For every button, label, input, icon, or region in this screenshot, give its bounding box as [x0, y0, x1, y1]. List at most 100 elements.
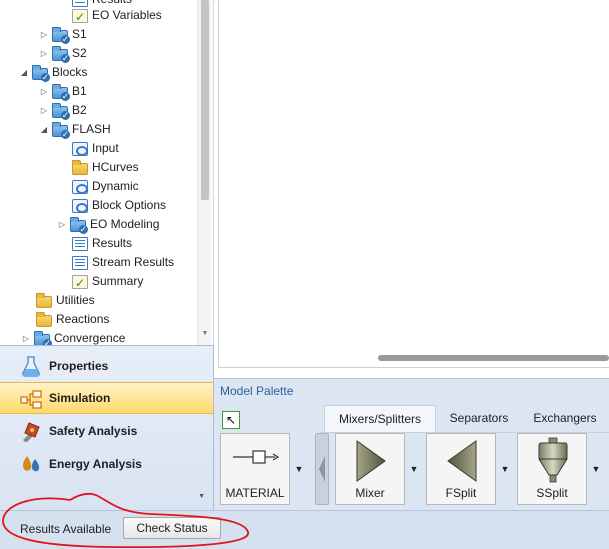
- folder-icon: [36, 311, 52, 327]
- tree-item-label: B2: [72, 103, 87, 117]
- tree-item-convergence[interactable]: ▷ Convergence: [20, 329, 125, 345]
- navigation-pane: Properties Simulation Safety Analysis En…: [0, 345, 214, 510]
- expand-arrow-icon[interactable]: ▷: [56, 215, 68, 234]
- folder-icon: [72, 159, 88, 175]
- blue-folder-icon: [52, 121, 70, 139]
- status-text: Results Available: [20, 522, 112, 536]
- mixer-dropdown-arrow-icon[interactable]: ▼: [406, 433, 422, 505]
- tree-item-blocks[interactable]: ◢ Blocks: [18, 63, 87, 82]
- scroll-down-arrow-icon[interactable]: ▼: [198, 330, 212, 337]
- tree-item-dynamic[interactable]: Dynamic: [72, 177, 139, 196]
- tree-item-reactions[interactable]: Reactions: [36, 310, 109, 329]
- tree-item-label: Dynamic: [92, 179, 139, 193]
- nav-energy-analysis-button[interactable]: Energy Analysis: [0, 448, 213, 480]
- ssplit-dropdown-arrow-icon[interactable]: ▼: [588, 433, 604, 505]
- results-icon: [72, 236, 88, 251]
- palette-block-material[interactable]: MATERIAL: [220, 433, 290, 505]
- blue-folder-icon: [52, 26, 70, 44]
- palette-block-label: Mixer: [355, 486, 385, 500]
- nav-label: Energy Analysis: [49, 457, 142, 471]
- palette-title: Model Palette: [220, 384, 294, 398]
- tree-item-b2[interactable]: ▷ B2: [38, 101, 87, 120]
- flowsheet-icon: [20, 390, 42, 409]
- checkmark-icon: [72, 8, 88, 27]
- fsplit-icon: [447, 440, 477, 482]
- blue-folder-icon: [34, 330, 52, 345]
- tree-item-block-options[interactable]: Block Options: [72, 196, 166, 215]
- form-icon: [72, 198, 88, 213]
- palette-block-label: SSplit: [536, 486, 568, 500]
- tree-item-utilities[interactable]: Utilities: [36, 291, 95, 310]
- palette-block-ssplit[interactable]: SSplit: [517, 433, 587, 505]
- tree-item-label: EO Variables: [92, 8, 162, 22]
- flowsheet-canvas[interactable]: [218, 0, 609, 368]
- palette-scroll-left[interactable]: [315, 433, 329, 505]
- collapse-arrow-icon[interactable]: ◢: [18, 63, 30, 82]
- nav-properties-button[interactable]: Properties: [0, 350, 213, 382]
- tree-item-label: S1: [72, 27, 87, 41]
- expand-arrow-icon[interactable]: ▷: [38, 25, 50, 44]
- tree-item-hcurves[interactable]: HCurves: [72, 158, 139, 177]
- tree-item-label: Summary: [92, 274, 144, 288]
- tree-item-stream-results[interactable]: Stream Results: [72, 253, 174, 272]
- tree-item-s1[interactable]: ▷ S1: [38, 25, 87, 44]
- ssplit-icon: [538, 437, 568, 483]
- checkmark-icon: [72, 274, 88, 293]
- tree-item-label: S2: [72, 46, 87, 60]
- nav-configure-arrow-icon[interactable]: ▼: [198, 493, 205, 500]
- blue-folder-icon: [52, 83, 70, 101]
- status-bar: Results Available Check Status: [0, 510, 609, 549]
- nav-safety-analysis-button[interactable]: Safety Analysis: [0, 415, 213, 447]
- tree-item-label: EO Modeling: [90, 217, 160, 231]
- nav-label: Properties: [49, 359, 109, 373]
- results-icon: [72, 255, 88, 270]
- form-icon: [72, 179, 88, 194]
- flask-icon: [22, 356, 40, 377]
- tab-separators[interactable]: Separators: [436, 405, 522, 433]
- fsplit-dropdown-arrow-icon[interactable]: ▼: [497, 433, 513, 505]
- chevron-left-icon: [319, 456, 325, 482]
- tree-item-label: Results: [92, 236, 133, 250]
- palette-block-fsplit[interactable]: FSplit: [426, 433, 496, 505]
- folder-icon: [36, 292, 52, 308]
- tree-item-flash[interactable]: ◢ FLASH: [38, 120, 111, 139]
- collapse-arrow-icon[interactable]: ◢: [38, 120, 50, 139]
- nav-simulation-button[interactable]: Simulation: [0, 382, 213, 414]
- safety-valve-icon: [23, 422, 40, 442]
- canvas-horizontal-scrollbar[interactable]: [378, 355, 609, 361]
- tree-item-b1[interactable]: ▷ B1: [38, 82, 87, 101]
- energy-drops-icon: [23, 456, 40, 472]
- tree-item-eo-modeling[interactable]: ▷ EO Modeling: [56, 215, 159, 234]
- material-stream-icon: [233, 450, 280, 464]
- tree-item-label: Reactions: [56, 312, 110, 326]
- pointer-tool-icon[interactable]: ↖: [222, 411, 240, 429]
- expand-arrow-icon[interactable]: ▷: [38, 101, 50, 120]
- blue-folder-icon: [32, 64, 50, 82]
- tab-mixers-splitters[interactable]: Mixers/Splitters: [324, 405, 436, 433]
- palette-block-mixer[interactable]: Mixer: [335, 433, 405, 505]
- blue-folder-icon: [70, 216, 88, 234]
- tree-item-label: Input: [92, 141, 119, 155]
- tab-exchangers[interactable]: Exchangers: [522, 405, 608, 433]
- scrollbar-thumb[interactable]: [201, 0, 209, 200]
- tree-scrollbar[interactable]: ▼: [197, 0, 211, 345]
- tree-item-s2[interactable]: ▷ S2: [38, 44, 87, 63]
- nav-label: Safety Analysis: [49, 424, 138, 438]
- check-status-button[interactable]: Check Status: [123, 517, 221, 539]
- blue-folder-icon: [52, 102, 70, 120]
- tree-item-label: Stream Results: [92, 255, 175, 269]
- tree-item-label: HCurves: [92, 160, 139, 174]
- expand-arrow-icon[interactable]: ▷: [20, 329, 32, 345]
- tree-item-summary[interactable]: Summary: [72, 272, 144, 293]
- mixer-icon: [356, 440, 386, 482]
- expand-arrow-icon[interactable]: ▷: [38, 82, 50, 101]
- model-palette: Model Palette ↖ Mixers/Splitters Separat…: [214, 378, 609, 510]
- material-dropdown-arrow-icon[interactable]: ▼: [291, 433, 307, 505]
- expand-arrow-icon[interactable]: ▷: [38, 44, 50, 63]
- palette-block-label: MATERIAL: [225, 486, 285, 500]
- tree-item-results[interactable]: Results: [72, 234, 132, 253]
- tree-item-input[interactable]: Input: [72, 139, 119, 158]
- tree-item-label: Convergence: [54, 331, 126, 345]
- form-icon: [72, 141, 88, 156]
- tree-item-eo-variables[interactable]: EO Variables: [72, 6, 162, 27]
